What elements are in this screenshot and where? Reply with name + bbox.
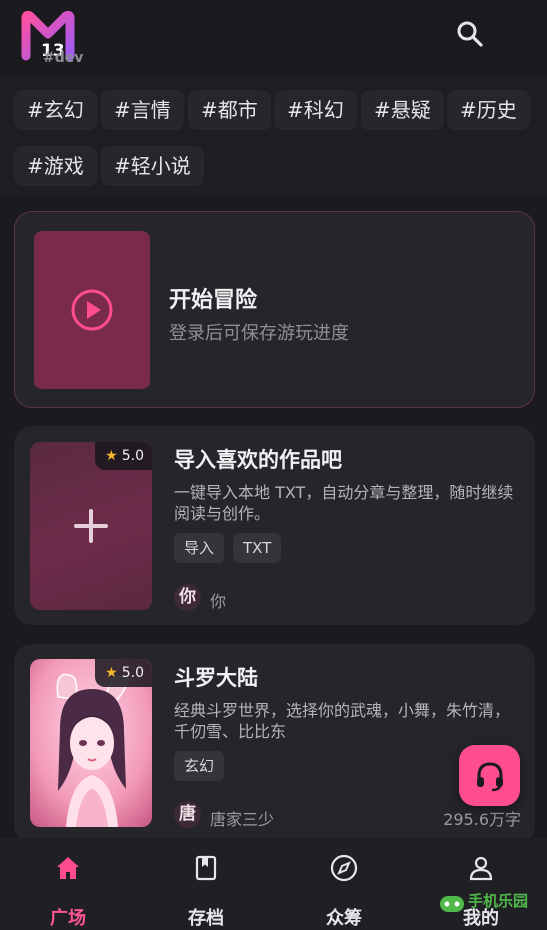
tag-xuanhuan[interactable]: #玄幻	[14, 90, 97, 130]
book-tag-xuanhuan[interactable]: 玄幻	[174, 751, 225, 781]
watermark-text: 手机乐园	[468, 892, 529, 910]
start-subtitle: 登录后可保存游玩进度	[169, 323, 349, 344]
search-icon	[457, 21, 483, 47]
bookmark-icon	[195, 855, 217, 881]
book-description: 经典斗罗世界，选择你的武魂，小舞，朱竹清，千仞雪、比比东	[174, 701, 511, 741]
gamepad-icon	[440, 896, 464, 912]
book-cover: ★ 5.0	[30, 442, 152, 610]
tag-xuanyi[interactable]: #悬疑	[361, 90, 444, 130]
book-card-douluo[interactable]: ★ 5.0 斗罗大陆 经典斗罗世界，选择你的武魂，小舞，朱竹清，千仞雪、比比东 …	[14, 644, 535, 844]
nav-saves[interactable]: 存档	[146, 838, 266, 930]
tag-lishi[interactable]: #历史	[447, 90, 530, 130]
compass-icon	[330, 854, 358, 882]
book-description: 一键导入本地 TXT，自动分章与整理，随时继续阅读与创作。	[174, 483, 514, 523]
nav-label: 众筹	[326, 908, 362, 929]
book-tag-txt[interactable]: TXT	[233, 533, 282, 563]
star-icon: ★	[105, 448, 118, 464]
genre-tags: #玄幻 #言情 #都市 #科幻 #悬疑 #历史 #游戏 #轻小说	[0, 76, 547, 196]
tag-dushi[interactable]: #都市	[188, 90, 271, 130]
nav-square[interactable]: 广场	[8, 838, 128, 930]
start-title: 开始冒险	[169, 288, 258, 313]
author-avatar: 唐	[174, 801, 201, 828]
tag-yanqing[interactable]: #言情	[101, 90, 184, 130]
rating-badge: ★ 5.0	[95, 442, 152, 470]
author-name: 唐家三少	[210, 810, 275, 829]
play-circle-icon	[71, 289, 113, 331]
nav-label: 存档	[188, 908, 224, 929]
rating-badge: ★ 5.0	[95, 659, 152, 687]
author-avatar: 你	[174, 584, 201, 611]
app-header: 13 #dev	[0, 0, 547, 76]
nav-label: 广场	[50, 908, 86, 929]
rating-value: 5.0	[121, 665, 144, 681]
book-title: 导入喜欢的作品吧	[174, 448, 342, 472]
book-card-import[interactable]: ★ 5.0 导入喜欢的作品吧 一键导入本地 TXT，自动分章与整理，随时继续阅读…	[14, 426, 535, 625]
dev-label: #dev	[43, 50, 84, 66]
book-title: 斗罗大陆	[174, 666, 258, 690]
book-tag-import[interactable]: 导入	[174, 533, 225, 563]
tag-youxi[interactable]: #游戏	[14, 146, 97, 186]
headset-icon	[476, 761, 503, 791]
start-cover	[34, 231, 150, 389]
tag-kehuan[interactable]: #科幻	[274, 90, 357, 130]
author-name: 你	[210, 592, 227, 611]
search-button[interactable]	[452, 16, 488, 52]
start-adventure-card[interactable]: 开始冒险 登录后可保存游玩进度	[14, 211, 535, 408]
tag-qingxiaoshuo[interactable]: #轻小说	[101, 146, 204, 186]
word-count: 295.6万字	[443, 810, 521, 829]
star-icon: ★	[105, 665, 118, 681]
rating-value: 5.0	[121, 448, 144, 464]
customer-support-button[interactable]	[459, 745, 520, 806]
nav-crowdfunding[interactable]: 众筹	[284, 838, 404, 930]
user-icon	[469, 856, 493, 881]
book-cover-image: ★ 5.0	[30, 659, 152, 827]
plus-icon	[74, 509, 108, 543]
watermark-logo: 手机乐园	[438, 890, 538, 922]
home-icon	[57, 857, 79, 879]
